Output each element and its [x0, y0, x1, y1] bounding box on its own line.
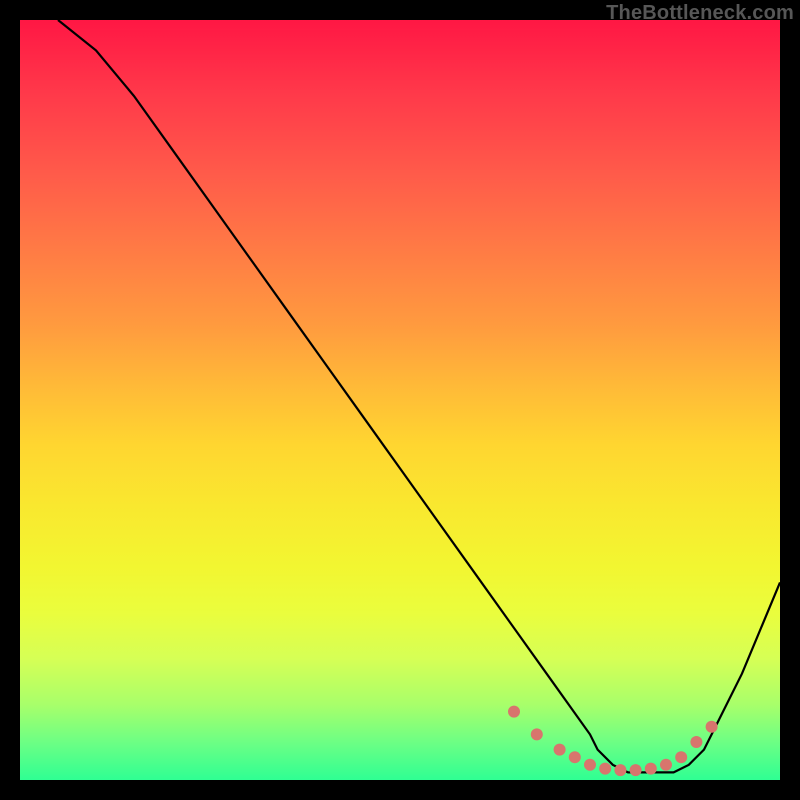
valley-dot: [645, 763, 657, 775]
chart-frame: [20, 20, 780, 780]
chart-svg: [20, 20, 780, 780]
valley-dot: [675, 751, 687, 763]
valley-dot: [554, 744, 566, 756]
valley-dot: [584, 759, 596, 771]
valley-dot: [599, 763, 611, 775]
valley-dot: [531, 728, 543, 740]
valley-dot: [706, 721, 718, 733]
valley-dot: [508, 706, 520, 718]
valley-dot: [690, 736, 702, 748]
valley-dot: [614, 764, 626, 776]
valley-dot: [569, 751, 581, 763]
valley-dot: [630, 764, 642, 776]
watermark-text: TheBottleneck.com: [606, 2, 794, 25]
valley-dot: [660, 759, 672, 771]
bottleneck-curve: [58, 20, 780, 772]
